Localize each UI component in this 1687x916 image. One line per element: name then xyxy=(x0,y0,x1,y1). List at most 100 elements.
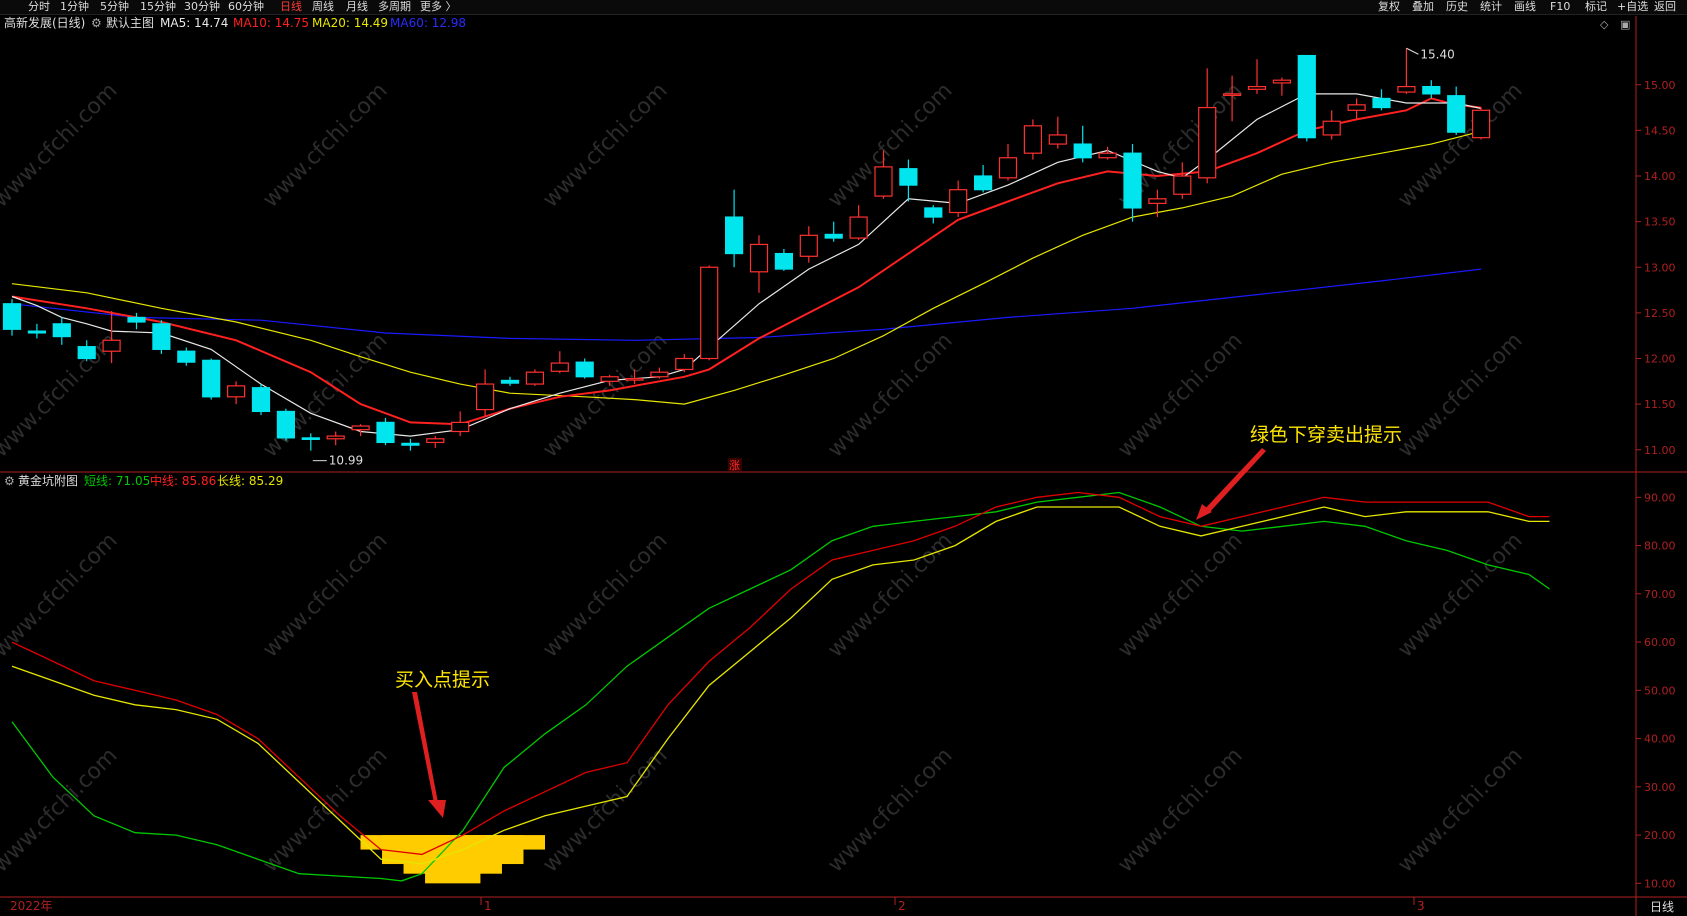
price-tick-label-8: 15.00 xyxy=(1644,79,1676,92)
candle-18 xyxy=(451,411,470,437)
candle-body-51 xyxy=(1272,79,1292,84)
candle-40 xyxy=(998,144,1018,181)
candle-31 xyxy=(774,249,794,271)
candle-body-38 xyxy=(949,189,968,214)
bottom-period-tab[interactable]: 日线 xyxy=(1650,900,1674,914)
candle-body-45 xyxy=(1123,152,1142,209)
candle-27 xyxy=(675,353,694,373)
candle-32 xyxy=(799,226,818,263)
candle-body-25 xyxy=(625,377,644,381)
candle-body-15 xyxy=(376,421,395,444)
candle-13 xyxy=(326,431,345,446)
candle-body-2 xyxy=(52,323,71,338)
candle-body-33 xyxy=(824,233,843,239)
candle-body-23 xyxy=(575,361,594,378)
candle-body-55 xyxy=(1372,97,1391,109)
candle-47 xyxy=(1173,162,1192,199)
candle-54 xyxy=(1347,98,1366,120)
candle-body-8 xyxy=(202,359,221,398)
watermark-22: www.cfchi.com xyxy=(1113,743,1247,877)
candle-8 xyxy=(202,358,221,400)
osc-tick-label-7: 80.00 xyxy=(1644,540,1676,553)
candle-body-10 xyxy=(251,387,271,413)
candle-28 xyxy=(700,265,719,361)
candle-body-24 xyxy=(600,376,619,382)
ma10-line xyxy=(11,97,1482,426)
candle-body-56 xyxy=(1397,85,1416,93)
candle-body-48 xyxy=(1198,106,1217,179)
candle-37 xyxy=(924,205,943,224)
watermark-7: www.cfchi.com xyxy=(258,328,392,462)
candle-52 xyxy=(1297,54,1316,142)
price-tick-label-0: 11.00 xyxy=(1644,444,1676,457)
candle-22 xyxy=(550,351,569,374)
time-axis-month-1: 2 xyxy=(898,899,906,913)
price-tick-label-3: 12.50 xyxy=(1644,307,1676,320)
watermark-20: www.cfchi.com xyxy=(538,743,672,877)
candle-38 xyxy=(949,180,968,218)
buy-hint-label: 买入点提示 xyxy=(395,669,490,691)
candle-7 xyxy=(177,347,196,366)
candle-body-6 xyxy=(152,323,171,350)
candle-body-46 xyxy=(1148,198,1167,204)
candle-body-50 xyxy=(1247,85,1267,90)
candle-body-34 xyxy=(849,216,868,239)
candle-50 xyxy=(1247,59,1267,94)
candle-body-53 xyxy=(1322,120,1341,136)
candle-15 xyxy=(376,417,395,446)
watermark-23: www.cfchi.com xyxy=(1393,743,1527,877)
candle-46 xyxy=(1148,189,1167,218)
candle-body-28 xyxy=(700,266,719,360)
candle-body-29 xyxy=(724,216,744,255)
candle-body-26 xyxy=(650,371,669,378)
candle-body-3 xyxy=(77,346,96,360)
candle-51 xyxy=(1272,77,1292,96)
buy-zone-step-3 xyxy=(425,835,481,884)
watermark-2: www.cfchi.com xyxy=(538,78,672,212)
candle-34 xyxy=(849,205,868,240)
candle-body-7 xyxy=(177,350,196,363)
candle-body-11 xyxy=(276,410,295,439)
candle-body-20 xyxy=(500,379,520,384)
candle-body-52 xyxy=(1297,54,1316,139)
candle-body-27 xyxy=(675,357,694,371)
ma5-line xyxy=(11,93,1482,437)
osc-series-1 xyxy=(11,491,1550,856)
ma20-line xyxy=(11,130,1482,405)
candle-body-36 xyxy=(899,168,918,186)
candle-body-42 xyxy=(1048,134,1067,145)
candle-body-40 xyxy=(998,157,1018,179)
candle-43 xyxy=(1073,125,1092,163)
diamond-icon: ◇ xyxy=(1600,18,1609,31)
watermark-1: www.cfchi.com xyxy=(258,78,392,212)
chart-canvas[interactable]: www.cfchi.com www.cfchi.com www.cfchi.com w… xyxy=(0,0,1687,916)
osc-tick-label-3: 40.00 xyxy=(1644,733,1676,746)
candle-10 xyxy=(251,384,271,416)
osc-tick-label-1: 20.00 xyxy=(1644,829,1676,842)
osc-series-0 xyxy=(11,491,1550,882)
osc-tick-label-6: 70.00 xyxy=(1644,588,1676,601)
osc-tick-label-4: 50.00 xyxy=(1644,684,1676,697)
candle-body-31 xyxy=(774,252,794,270)
candle-56 xyxy=(1397,48,1416,94)
candle-body-22 xyxy=(550,362,569,372)
candle-body-39 xyxy=(973,175,993,191)
buy-hint-arrow xyxy=(412,692,439,808)
candle-17 xyxy=(426,436,445,448)
candle-39 xyxy=(973,165,993,193)
candle-58 xyxy=(1447,86,1466,135)
candle-body-12 xyxy=(301,437,320,440)
candle-body-57 xyxy=(1422,85,1441,95)
candle-55 xyxy=(1372,89,1391,111)
candle-body-18 xyxy=(451,421,470,433)
candle-20 xyxy=(500,376,520,386)
high-marker-arrow xyxy=(1406,47,1419,55)
candle-body-54 xyxy=(1347,104,1366,111)
watermark-15: www.cfchi.com xyxy=(823,528,957,662)
candle-0 xyxy=(2,299,22,336)
watermark-9: www.cfchi.com xyxy=(823,328,957,462)
watermark-12: www.cfchi.com xyxy=(0,528,123,662)
window-icon: ▣ xyxy=(1620,18,1630,31)
candle-body-19 xyxy=(476,383,495,411)
candle-41 xyxy=(1023,119,1043,160)
